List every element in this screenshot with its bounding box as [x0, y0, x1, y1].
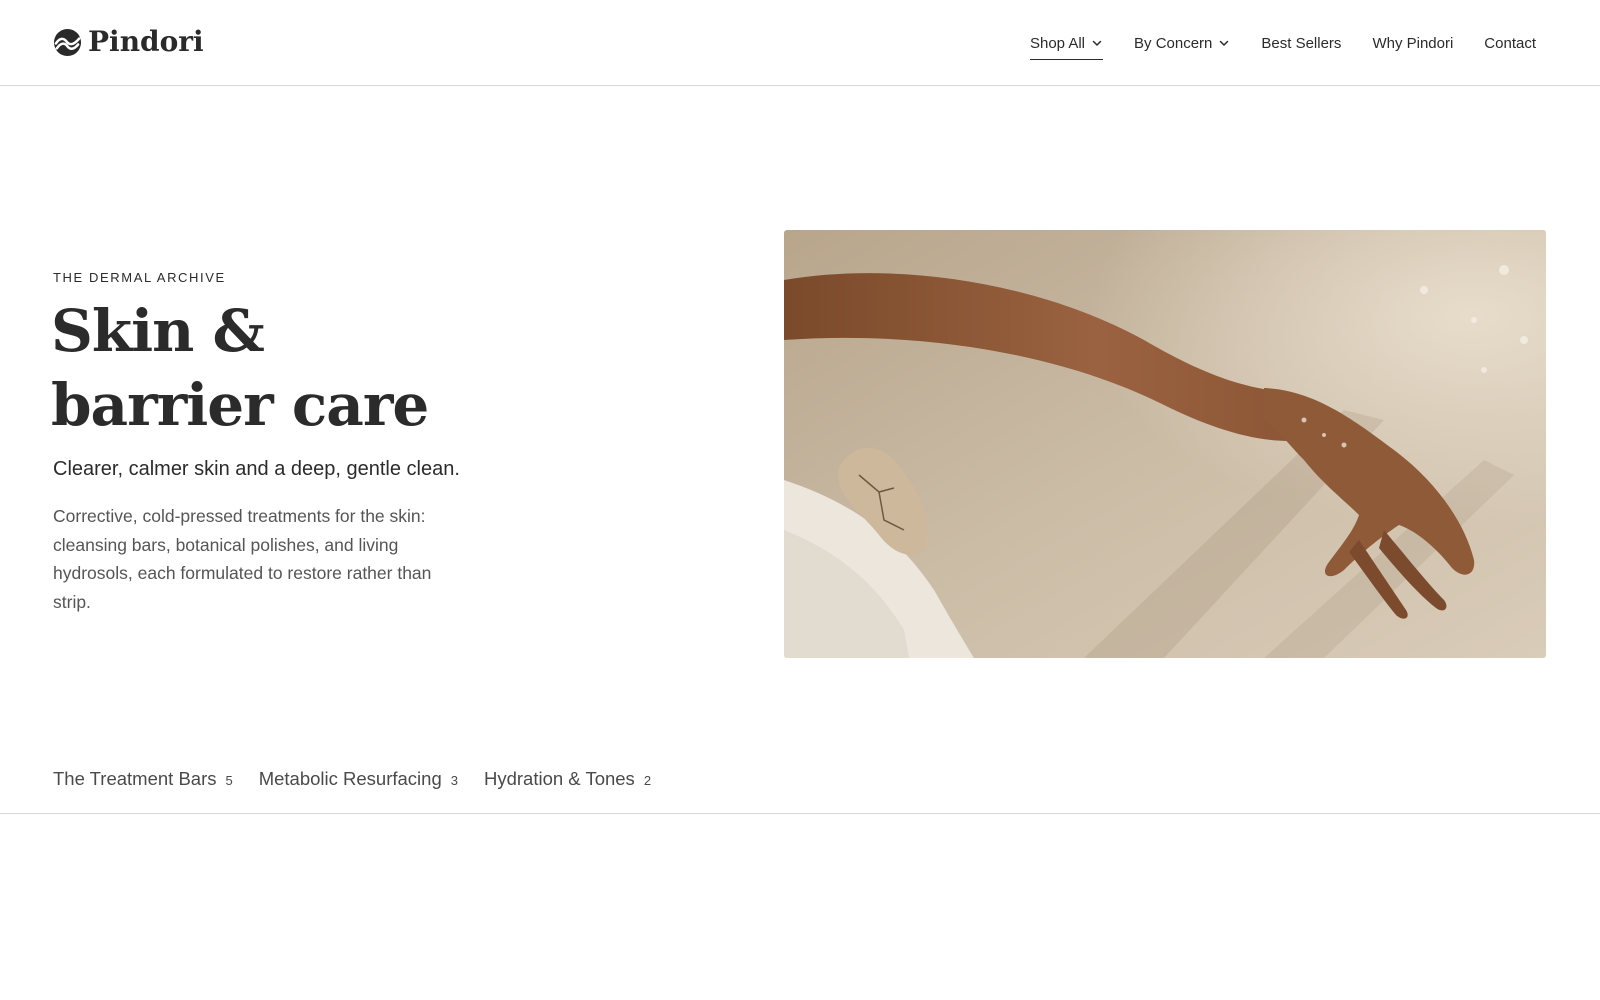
site-header: Pindori Shop All By Concern Best Sellers…	[0, 0, 1600, 86]
brand-logo-link[interactable]: Pindori	[53, 26, 204, 58]
page-title-line-2: barrier care	[51, 371, 429, 439]
tab-label: Hydration & Tones	[483, 768, 635, 789]
page-title: Skin & barrier care	[51, 294, 691, 442]
nav-why-pindori[interactable]: Why Pindori	[1372, 28, 1453, 58]
tab-metabolic-resurfacing[interactable]: Metabolic Resurfacing 3	[259, 768, 458, 790]
chevron-down-icon	[1092, 40, 1102, 46]
nav-why-pindori-label: Why Pindori	[1372, 34, 1454, 52]
tabs-divider	[0, 813, 1600, 814]
nav-contact[interactable]: Contact	[1484, 28, 1536, 58]
hero-image	[784, 230, 1546, 658]
tab-treatment-bars[interactable]: The Treatment Bars 5	[53, 768, 233, 790]
tab-label: The Treatment Bars	[53, 768, 217, 789]
nav-contact-label: Contact	[1484, 34, 1536, 52]
tab-count: 2	[643, 773, 652, 788]
category-tabs: The Treatment Bars 5 Metabolic Resurfaci…	[53, 768, 651, 790]
nav-shop-all[interactable]: Shop All	[1029, 28, 1104, 60]
page-title-line-1: Skin &	[51, 297, 265, 365]
nav-by-concern-label: By Concern	[1134, 34, 1213, 52]
nav-by-concern[interactable]: By Concern	[1134, 28, 1230, 58]
tab-count: 5	[225, 773, 233, 788]
brand-name: Pindori	[88, 25, 204, 58]
tab-label: Metabolic Resurfacing	[258, 768, 442, 789]
hero-subtitle: Clearer, calmer skin and a deep, gentle …	[53, 458, 460, 480]
tab-count: 3	[450, 773, 458, 788]
tab-hydration-tones[interactable]: Hydration & Tones 2	[484, 768, 651, 790]
main-nav: Shop All By Concern Best Sellers Why Pin…	[1029, 28, 1536, 60]
nav-best-sellers-label: Best Sellers	[1261, 34, 1342, 52]
hero-description: Corrective, cold-pressed treatments for …	[53, 506, 432, 612]
chevron-down-icon	[1220, 40, 1229, 46]
nav-shop-all-label: Shop All	[1029, 34, 1086, 52]
hero-eyebrow: THE DERMAL ARCHIVE	[53, 270, 226, 285]
nav-best-sellers[interactable]: Best Sellers	[1261, 28, 1341, 58]
pindori-logo-icon	[53, 28, 82, 56]
